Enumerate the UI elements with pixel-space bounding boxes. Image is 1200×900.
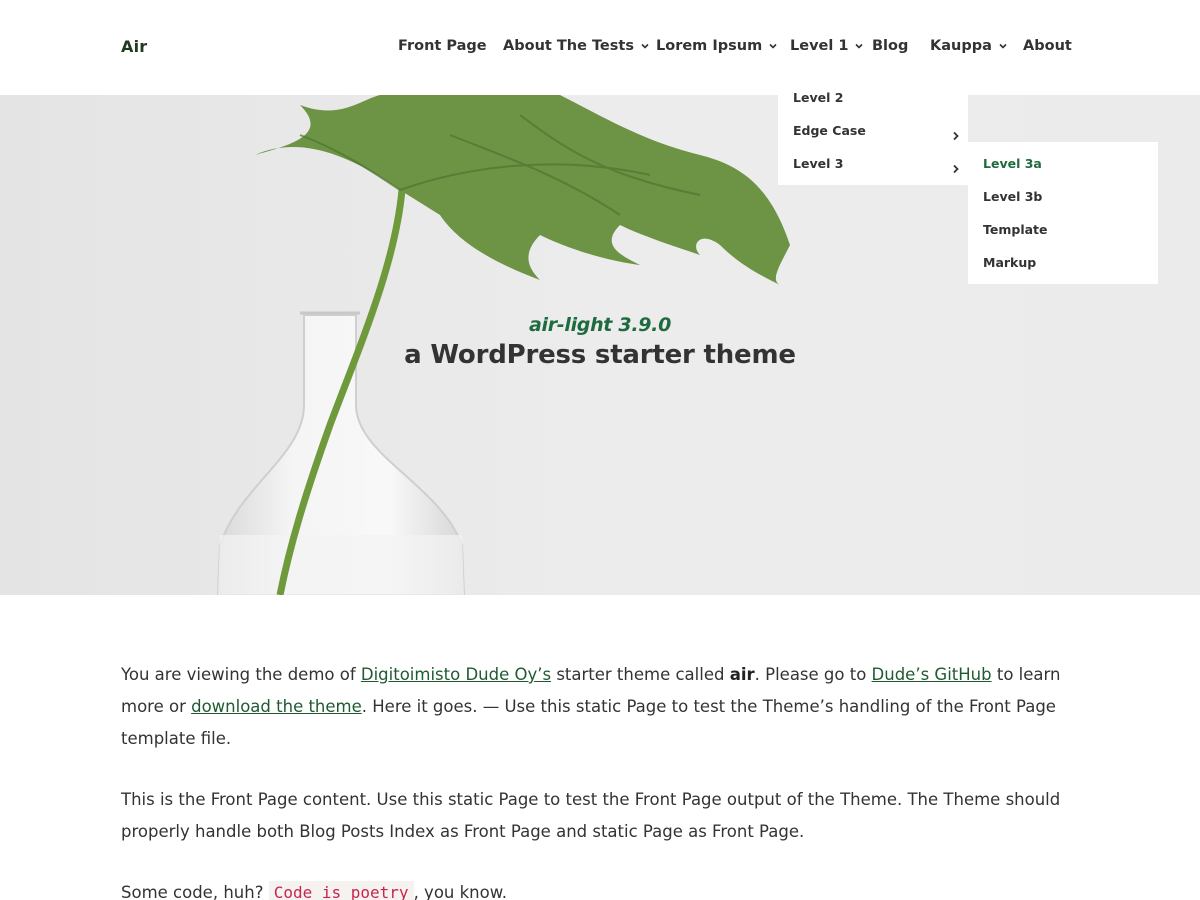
- chevron-down-icon: [855, 42, 864, 50]
- nav-item-kauppa[interactable]: Kauppa: [930, 38, 1007, 54]
- code-paragraph: Some code, huh? Code is poetry, you know…: [121, 877, 1083, 900]
- github-link[interactable]: Dude’s GitHub: [872, 665, 992, 684]
- submenu-item-edge-case[interactable]: Edge Case: [793, 123, 958, 138]
- submenu-item-level-3a[interactable]: Level 3a: [983, 156, 1042, 171]
- chevron-down-icon: [769, 42, 777, 50]
- chevron-down-icon: [641, 42, 649, 50]
- hero-tagline: a WordPress starter theme: [404, 340, 796, 370]
- text-segment: You are viewing the demo of: [121, 665, 361, 684]
- download-theme-link[interactable]: download the theme: [191, 697, 362, 716]
- dude-company-link[interactable]: Digitoimisto Dude Oy’s: [361, 665, 551, 684]
- inline-code: Code is poetry: [268, 881, 414, 900]
- chevron-down-icon: [999, 42, 1007, 50]
- nav-item-level-1[interactable]: Level 1: [790, 38, 864, 54]
- hero-version: air-light 3.9.0: [528, 314, 672, 336]
- nav-item-label: Lorem Ipsum: [656, 38, 763, 54]
- theme-name: air: [729, 665, 755, 684]
- submenu-item-template[interactable]: Template: [983, 222, 1048, 237]
- submenu-item-label: Level 3: [793, 156, 844, 171]
- submenu-item-level-3b[interactable]: Level 3b: [983, 189, 1042, 204]
- hero-text: air-light 3.9.0 a WordPress starter them…: [0, 314, 1200, 370]
- submenu-item-level-2[interactable]: Level 2: [793, 90, 843, 105]
- submenu-item-label: Edge Case: [793, 123, 866, 138]
- nav-item-label: About: [1023, 38, 1072, 54]
- nav-item-label: Front Page: [398, 38, 487, 54]
- text-segment: , you know.: [413, 883, 507, 900]
- text-segment: Some code, huh?: [121, 883, 269, 900]
- nav-item-label: Blog: [872, 38, 909, 54]
- text-segment: . Please go to: [754, 665, 872, 684]
- chevron-right-icon: [952, 126, 960, 141]
- nav-item-about[interactable]: About: [1023, 38, 1072, 54]
- nav-item-label: Level 1: [790, 38, 849, 54]
- nav-item-lorem-ipsum[interactable]: Lorem Ipsum: [656, 38, 777, 54]
- chevron-right-icon: [952, 159, 960, 174]
- level-1-submenu: Level 2 Edge Case Level 3: [778, 80, 968, 185]
- submenu-item-markup[interactable]: Markup: [983, 255, 1036, 270]
- level-3-submenu: Level 3a Level 3b Template Markup: [968, 142, 1158, 284]
- intro-paragraph: You are viewing the demo of Digitoimisto…: [121, 659, 1083, 755]
- front-page-paragraph: This is the Front Page content. Use this…: [121, 790, 1061, 841]
- page-content: You are viewing the demo of Digitoimisto…: [121, 659, 1083, 900]
- nav-item-front-page[interactable]: Front Page: [398, 38, 487, 54]
- site-title-link[interactable]: Air: [121, 37, 147, 56]
- nav-item-about-the-tests[interactable]: About The Tests: [503, 38, 649, 54]
- submenu-item-level-3[interactable]: Level 3: [793, 156, 958, 171]
- site-header: Air Front Page About The Tests Lorem Ips…: [0, 0, 1200, 95]
- nav-item-label: About The Tests: [503, 38, 634, 54]
- nav-item-label: Kauppa: [930, 38, 992, 54]
- text-segment: starter theme called: [551, 665, 730, 684]
- nav-item-blog[interactable]: Blog: [872, 38, 908, 54]
